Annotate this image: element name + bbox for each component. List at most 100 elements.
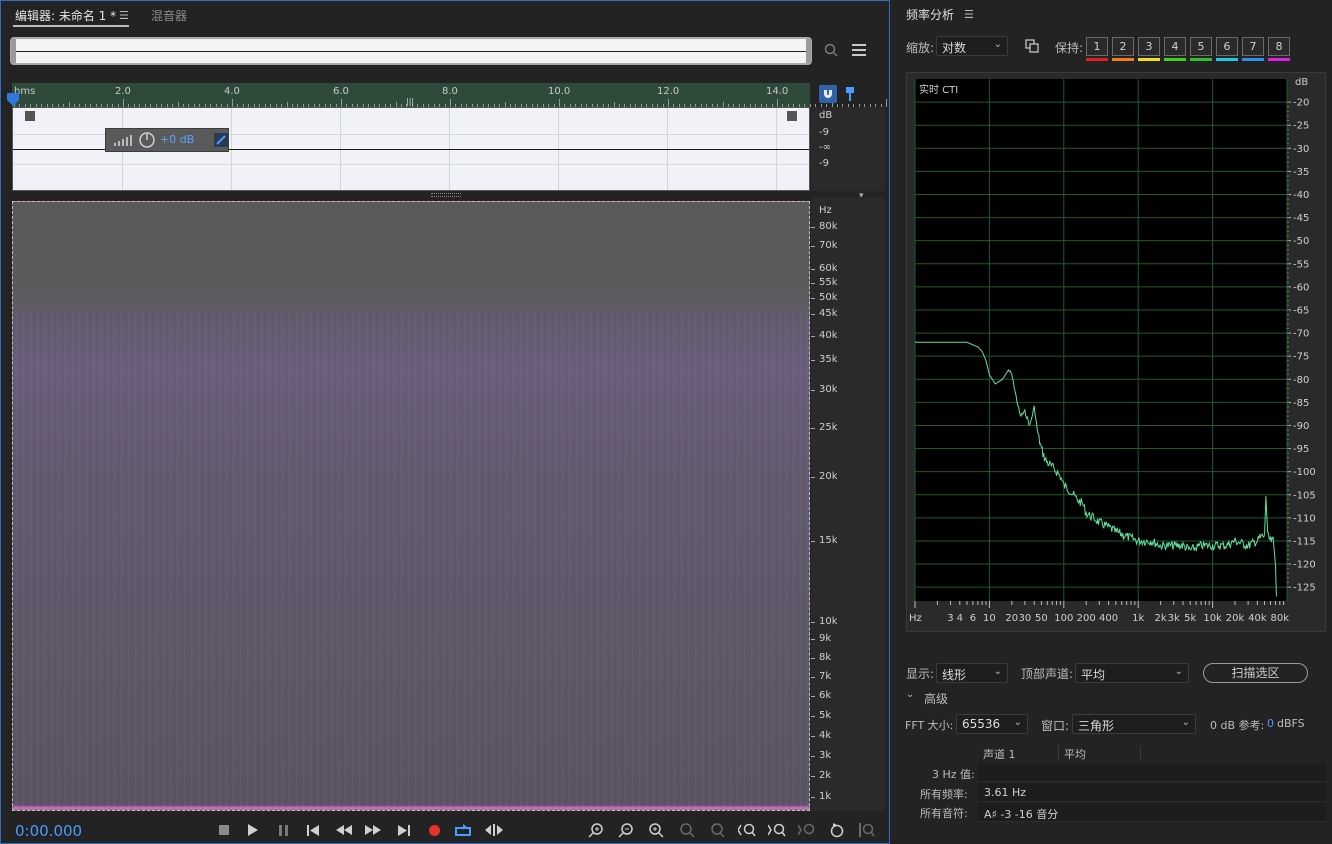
display-label: 显示: — [906, 667, 935, 681]
ruler-tick — [668, 99, 669, 107]
spectrogram-view[interactable] — [12, 201, 810, 812]
zoom-in-point-right-icon[interactable] — [768, 821, 786, 839]
record-icon[interactable] — [425, 821, 443, 839]
hold-button-8[interactable]: 8 — [1268, 37, 1290, 56]
hold-color-swatch — [1086, 58, 1108, 61]
y-tick-label: -125 — [1293, 583, 1316, 594]
frequency-tick — [811, 639, 815, 640]
ruler-center-grip-icon[interactable]: ||| — [406, 97, 414, 106]
hold-button-2[interactable]: 2 — [1112, 37, 1134, 56]
amplitude-scale[interactable]: dB -9 -∞ -9 — [811, 107, 885, 191]
tab-mixer[interactable]: 混音器 — [151, 7, 187, 24]
skip-to-start-icon[interactable] — [304, 821, 322, 839]
marker-pin-icon[interactable] — [841, 85, 859, 103]
zoom-out-full-icon[interactable] — [858, 821, 876, 839]
chevron-down-icon: ⌄ — [993, 39, 1002, 50]
y-tick-label: -25 — [1293, 121, 1309, 132]
frequency-tick — [811, 797, 815, 798]
hold-button-4[interactable]: 4 — [1164, 37, 1186, 56]
zoom-out-time-icon[interactable] — [678, 821, 696, 839]
time-display[interactable]: 0:00.000 — [15, 822, 82, 840]
frequency-label: 80k — [819, 221, 838, 232]
x-tick-label: 40k — [1248, 613, 1267, 624]
playhead-icon[interactable] — [7, 93, 19, 107]
row-label: 所有音符: — [920, 807, 968, 820]
x-tick-label: 50 — [1035, 613, 1048, 624]
top-channel-dropdown[interactable]: 平均 ⌄ — [1075, 663, 1189, 683]
y-tick-label: -40 — [1293, 190, 1309, 201]
copy-icon[interactable] — [1023, 37, 1041, 55]
panel-splitter-grip[interactable] — [431, 193, 461, 197]
spectrum-graph[interactable]: dB -20 -25 -30 -35 -40 -45 -50 -55 -60 -65 -70 -75 -8… — [906, 72, 1326, 632]
hold-button-7[interactable]: 7 — [1242, 37, 1264, 56]
pin-hud-icon[interactable] — [214, 133, 228, 147]
list-view-icon[interactable] — [850, 41, 868, 59]
top-channel-dropdown-value: 平均 — [1081, 668, 1106, 682]
reference-value[interactable]: 0 — [1267, 717, 1274, 730]
fast-forward-icon[interactable] — [364, 821, 382, 839]
hold-label: 保持: — [1055, 41, 1084, 55]
x-tick-label: 3k — [1168, 613, 1180, 624]
frequency-label: 20k — [819, 471, 838, 482]
fft-size-dropdown[interactable]: 65536 ⌄ — [956, 714, 1028, 734]
overview-right-handle[interactable] — [806, 39, 811, 63]
scan-selection-button[interactable]: 扫描选区 — [1203, 663, 1308, 683]
pause-icon[interactable] — [275, 821, 293, 839]
frequency-tick — [811, 658, 815, 659]
tab-menu-icon[interactable]: ☰ — [119, 9, 129, 22]
frequency-tick — [811, 716, 815, 717]
ruler-tick — [123, 99, 124, 107]
zoom-dropdown[interactable]: 对数 ⌄ — [936, 36, 1008, 56]
zoom-in-point-left-icon[interactable] — [738, 821, 756, 839]
time-ruler[interactable]: hms 2.0 4.0 6.0 8.0 10.0 12.0 14.0 ||| — [12, 83, 887, 107]
skip-to-end-icon[interactable] — [395, 821, 413, 839]
panel-menu-icon[interactable]: ☰ — [964, 8, 974, 21]
y-tick-label: -70 — [1293, 329, 1309, 340]
spectrogram-noise-texture — [13, 312, 809, 812]
hold-color-swatch — [1138, 58, 1160, 61]
rewind-icon[interactable] — [335, 821, 353, 839]
reset-zoom-icon[interactable] — [828, 821, 846, 839]
fade-out-handle-icon[interactable] — [787, 111, 797, 121]
frequency-label: 25k — [819, 422, 838, 433]
frequency-scale[interactable]: Hz 80k 70k 60k 55k 50k 45k 40k 35k 30k 25k 20k 15k 10… — [811, 197, 885, 811]
zoom-out-amplitude-icon[interactable] — [617, 821, 635, 839]
zoom-sel-icon[interactable] — [822, 41, 840, 59]
advanced-label[interactable]: 高级 — [924, 690, 948, 707]
overview-navigator[interactable] — [10, 37, 812, 65]
chevron-down-icon: ⌄ — [1174, 666, 1183, 677]
chevron-down-icon: ⌄ — [993, 666, 1002, 677]
hold-button-5[interactable]: 5 — [1190, 37, 1212, 56]
frequency-label: 7k — [819, 671, 832, 682]
window-dropdown[interactable]: 三角形 ⌄ — [1072, 714, 1196, 734]
frequency-label: 3k — [819, 750, 832, 761]
stop-icon[interactable] — [215, 821, 233, 839]
zoom-full-icon[interactable] — [708, 821, 726, 839]
fade-in-handle-icon[interactable] — [25, 111, 35, 121]
tab-editor[interactable]: 编辑器: 未命名 1 * — [15, 7, 116, 24]
play-icon[interactable] — [244, 821, 262, 839]
hold-color-swatch — [1112, 58, 1134, 61]
snap-magnet-icon[interactable] — [819, 85, 837, 103]
y-tick-label: -110 — [1293, 513, 1316, 524]
editor-tab-bar: 编辑器: 未命名 1 * ☰ 混音器 — [1, 1, 889, 31]
y-tick-label: -50 — [1293, 236, 1309, 247]
hold-button-6[interactable]: 6 — [1216, 37, 1238, 56]
hold-button-1[interactable]: 1 — [1086, 37, 1108, 56]
overview-left-handle[interactable] — [11, 39, 16, 63]
y-tick-label: -105 — [1293, 490, 1316, 501]
gain-hud[interactable]: +0 dB — [105, 128, 229, 152]
display-dropdown[interactable]: 线形 ⌄ — [936, 663, 1008, 683]
loop-playback-icon[interactable] — [454, 821, 472, 839]
skip-selection-icon[interactable] — [485, 821, 503, 839]
zoom-in-amplitude-icon[interactable] — [587, 821, 605, 839]
frequency-label: 8k — [819, 652, 832, 663]
hold-button-3[interactable]: 3 — [1138, 37, 1160, 56]
advanced-chevron-icon[interactable]: ⌄ — [906, 689, 914, 700]
zoom-to-selection-icon[interactable] — [798, 821, 816, 839]
gain-knob-icon[interactable] — [138, 131, 156, 149]
y-tick-label: -85 — [1293, 398, 1309, 409]
zoom-in-time-icon[interactable] — [647, 821, 665, 839]
db-label: dB — [819, 110, 833, 121]
overview-waveform-line — [12, 51, 810, 52]
